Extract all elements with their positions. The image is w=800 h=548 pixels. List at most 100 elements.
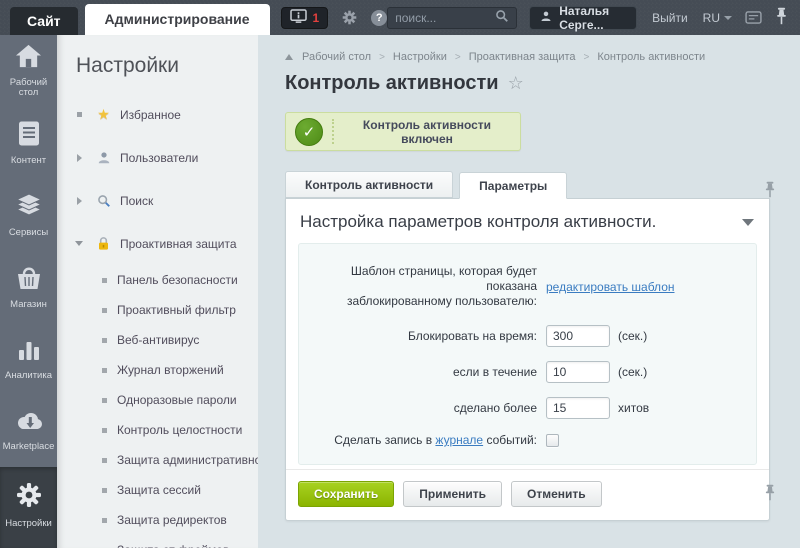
rail-item-label: Настройки [5, 519, 52, 530]
hotkeys-monitor-button[interactable] [745, 11, 762, 24]
bullet-icon [102, 278, 107, 283]
rail-item-label: Рабочий стол [0, 78, 57, 99]
form-pin-icon[interactable] [764, 484, 776, 504]
rail-item-analytics[interactable]: Аналитика [0, 323, 57, 395]
bullet-icon [102, 308, 107, 313]
tab-activity-control[interactable]: Контроль активности [285, 171, 453, 198]
notification-count-badge: 1 [313, 11, 320, 25]
sidebar-title: Настройки [57, 35, 258, 93]
sidebar-item-label: Избранное [120, 108, 181, 122]
sidebar-subitem-security-panel[interactable]: Панель безопасности [57, 265, 258, 295]
event-log-link[interactable]: журнале [435, 433, 483, 447]
block-time-unit: (сек.) [618, 329, 647, 343]
log-event-checkbox[interactable] [546, 434, 559, 447]
sidebar-subitem-integrity-control[interactable]: Контроль целостности [57, 415, 258, 445]
tab-parameters[interactable]: Параметры [459, 172, 567, 199]
sidebar-subitem-label: Защита административного ра [117, 453, 258, 467]
apply-button[interactable]: Применить [403, 481, 502, 507]
log-label-suffix: событий: [486, 433, 537, 447]
sidebar-subitem-proactive-filter[interactable]: Проактивный фильтр [57, 295, 258, 325]
notifications-button[interactable]: 1 [281, 7, 329, 29]
breadcrumb-item-proactive-protection[interactable]: Проактивная защита [469, 51, 576, 63]
star-icon: ★ [97, 107, 110, 123]
sidebar-subitem-label: Защита сессий [117, 483, 201, 497]
sidebar-subitem-redirect-protection[interactable]: Защита редиректов [57, 505, 258, 535]
user-name-label: Наталья Серге... [559, 4, 626, 32]
question-mark-icon: ? [371, 10, 387, 26]
language-label: RU [703, 11, 720, 25]
sidebar-subitem-intrusion-log[interactable]: Журнал вторжений [57, 355, 258, 385]
cancel-button[interactable]: Отменить [511, 481, 602, 507]
document-icon [17, 120, 41, 151]
breadcrumb: Рабочий стол > Настройки > Проактивная з… [285, 51, 770, 63]
chevron-right-icon [77, 197, 82, 205]
bullet-icon [102, 458, 107, 463]
interval-input[interactable] [546, 361, 610, 383]
rail-item-content[interactable]: Контент [0, 107, 57, 179]
template-label: Шаблон страницы, которая будет показана … [299, 264, 537, 309]
rail-item-settings[interactable]: Настройки [0, 467, 57, 548]
collapse-arrow-icon[interactable] [742, 219, 754, 226]
sidebar-item-search[interactable]: Поиск [57, 179, 258, 222]
sidebar-subitem-admin-protection[interactable]: Защита административного ра [57, 445, 258, 475]
rail-item-desktop[interactable]: Рабочий стол [0, 35, 57, 107]
sidebar-subitem-session-protection[interactable]: Защита сессий [57, 475, 258, 505]
tab-administration[interactable]: Администрирование [85, 4, 270, 35]
settings-sidebar: Настройки ★ Избранное Пользователи Поиск… [57, 35, 258, 548]
sidebar-subitem-one-time-passwords[interactable]: Одноразовые пароли [57, 385, 258, 415]
settings-gear-button[interactable] [341, 9, 358, 26]
breadcrumb-item-desktop[interactable]: Рабочий стол [302, 51, 371, 63]
interval-label: если в течение [299, 365, 537, 380]
hits-label: сделано более [299, 401, 537, 416]
favorite-star-icon[interactable]: ☆ [508, 75, 524, 93]
sidebar-subitem-label: Одноразовые пароли [117, 393, 237, 407]
tabs-pin-icon[interactable] [764, 181, 776, 201]
search-icon [95, 194, 112, 208]
desktop-triangle-icon [285, 54, 293, 60]
rail-item-services[interactable]: Сервисы [0, 179, 57, 251]
tab-site[interactable]: Сайт [10, 7, 78, 35]
status-banner: ✓ Контроль активности включен [285, 112, 521, 151]
sidebar-item-favorites[interactable]: ★ Избранное [57, 93, 258, 136]
help-button[interactable]: ? [371, 10, 387, 26]
cloud-download-icon [14, 410, 44, 438]
rail-item-label: Сервисы [9, 228, 48, 239]
chevron-right-icon [77, 154, 82, 162]
bullet-icon [102, 398, 107, 403]
rail-item-marketplace[interactable]: Marketplace [0, 395, 57, 467]
breadcrumb-item-activity-control[interactable]: Контроль активности [597, 51, 705, 63]
logout-button[interactable]: Выйти [652, 11, 688, 25]
sidebar-item-users[interactable]: Пользователи [57, 136, 258, 179]
check-icon: ✓ [303, 123, 316, 141]
home-icon [14, 43, 43, 73]
topbar-pin-icon[interactable] [775, 7, 788, 28]
sidebar-subitem-frame-protection[interactable]: Защита от фреймов [57, 535, 258, 548]
sidebar-subitem-label: Панель безопасности [117, 273, 238, 287]
block-time-label: Блокировать на время: [299, 329, 537, 344]
main-content: Рабочий стол > Настройки > Проактивная з… [258, 35, 800, 548]
language-selector[interactable]: RU [703, 11, 732, 25]
rail-item-shop[interactable]: Магазин [0, 251, 57, 323]
hits-unit: хитов [618, 401, 649, 415]
search-input[interactable] [395, 11, 495, 25]
sidebar-item-proactive-protection[interactable]: Проактивная защита [57, 222, 258, 265]
sidebar-subitem-label: Контроль целостности [117, 423, 242, 437]
bullet-icon [102, 488, 107, 493]
template-label-line2: заблокированному пользователю: [347, 294, 537, 308]
user-menu-button[interactable]: Наталья Серге... [529, 6, 637, 30]
user-icon [540, 10, 552, 26]
save-button[interactable]: Сохранить [298, 481, 394, 507]
sidebar-subitem-web-antivirus[interactable]: Веб-антивирус [57, 325, 258, 355]
search-icon[interactable] [495, 9, 509, 26]
breadcrumb-item-settings[interactable]: Настройки [393, 51, 447, 63]
chevron-down-icon [75, 241, 83, 246]
block-time-input[interactable] [546, 325, 610, 347]
log-label-prefix: Сделать запись в [334, 433, 432, 447]
search-box[interactable] [387, 7, 517, 29]
interval-unit: (сек.) [618, 365, 647, 379]
status-banner-text: Контроль активности включен [334, 118, 520, 146]
edit-template-link[interactable]: редактировать шаблон [546, 280, 675, 294]
chart-icon [15, 337, 43, 367]
template-label-line1: Шаблон страницы, которая будет показана [351, 264, 537, 293]
hits-input[interactable] [546, 397, 610, 419]
